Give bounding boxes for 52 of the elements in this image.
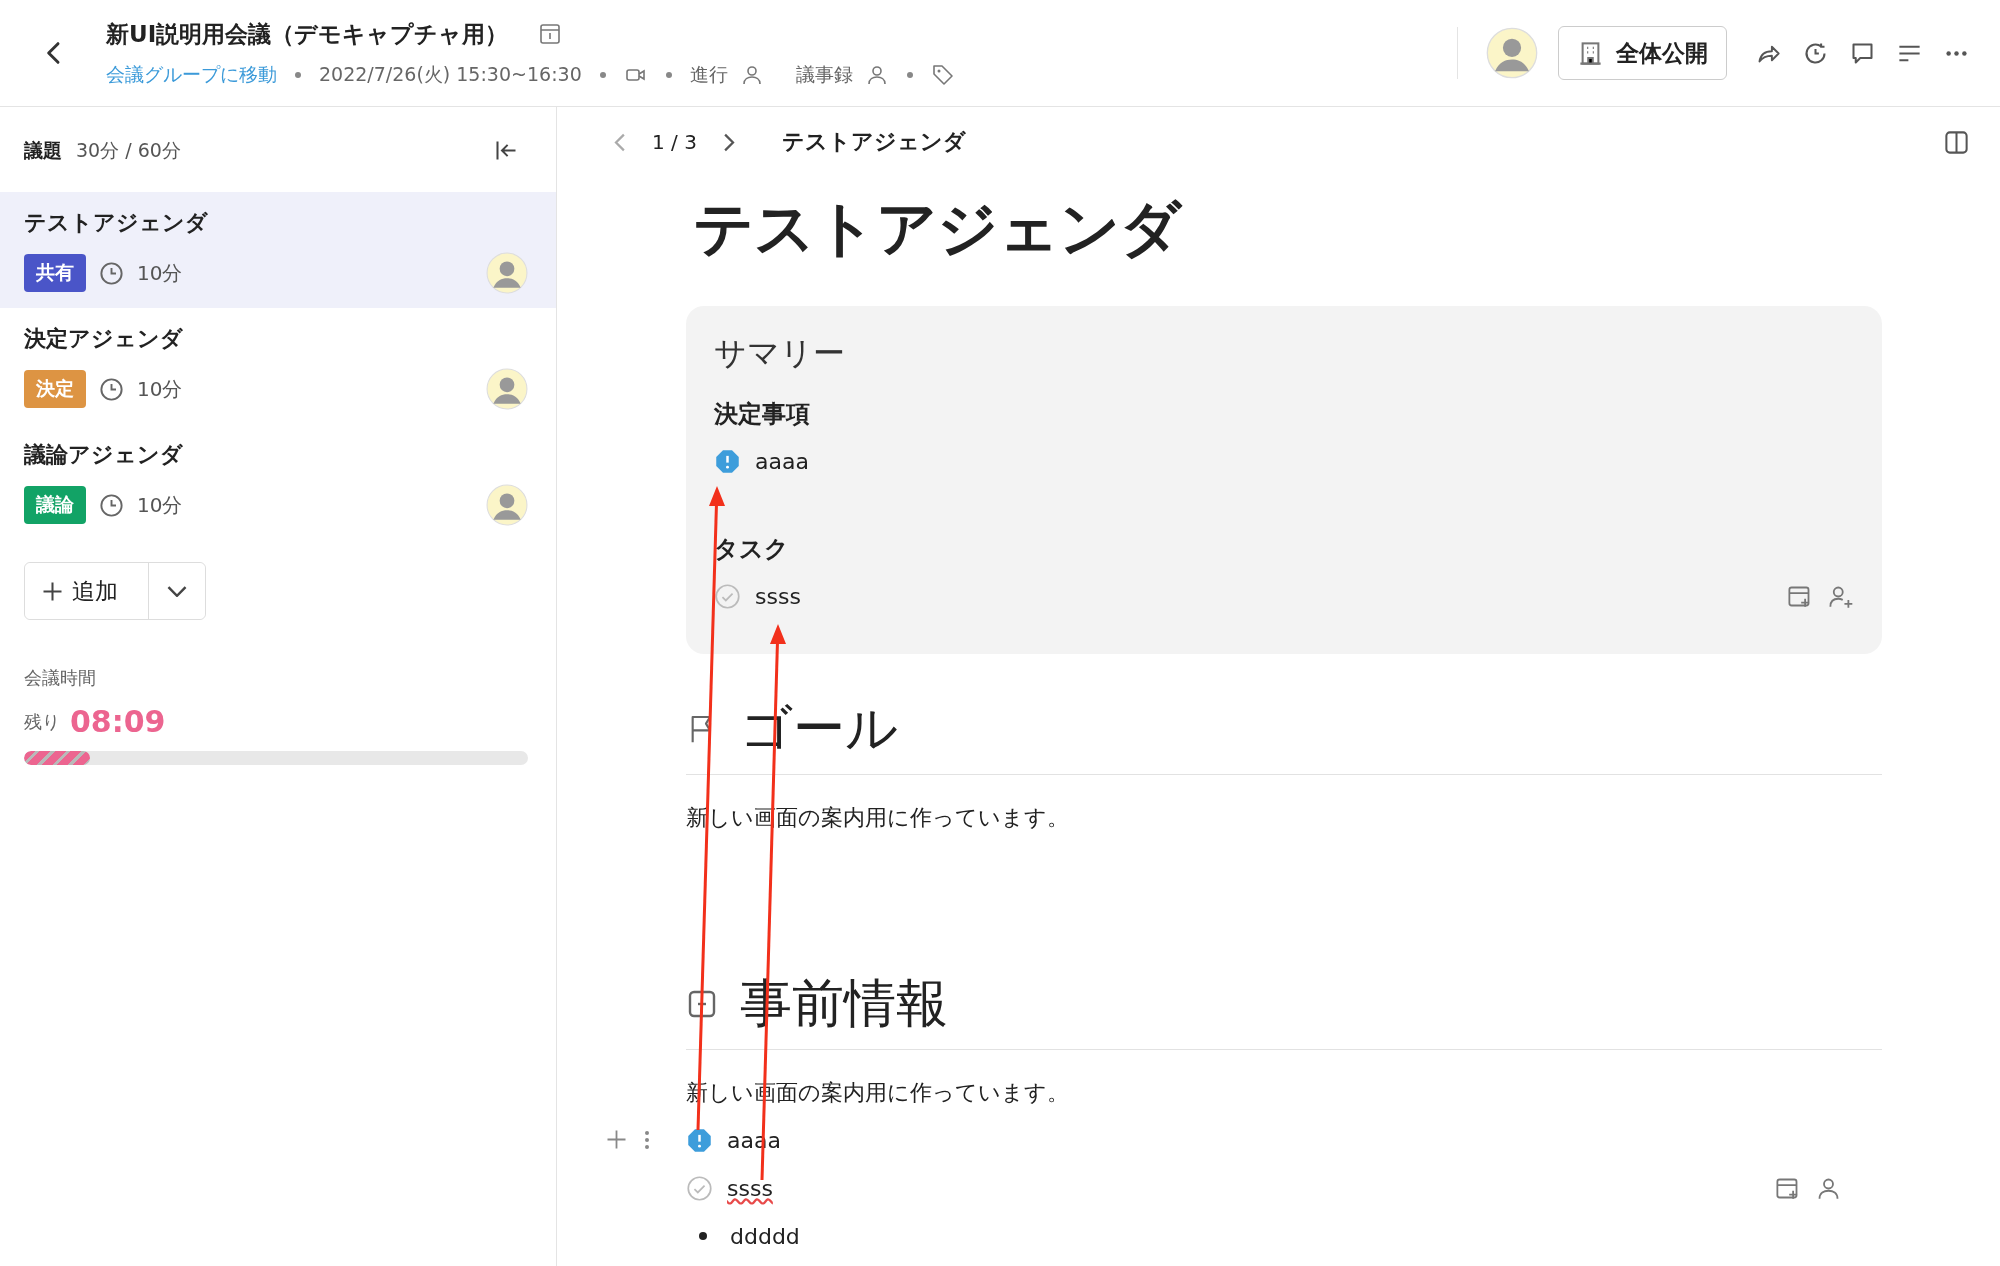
remaining-label: 残り [24,709,60,734]
agenda-time-summary: 30分 / 60分 [76,137,181,163]
split-view-icon[interactable] [1943,128,1970,156]
facilitator-label: 進行 [689,61,728,87]
agenda-item[interactable]: 議論アジェンダ 議論 10分 [0,424,556,540]
agenda-title: 決定アジェンダ [24,325,184,353]
agenda-duration: 10分 [137,491,183,519]
remaining-time: 08:09 [70,704,166,739]
add-button[interactable]: 追加 [25,563,149,619]
meeting-title: 新UI説明用会議（デモキャプチャ用） [106,19,509,49]
agenda-tag: 議論 [24,486,86,524]
block-text: ddddd [730,1223,800,1249]
check-circle-icon[interactable] [686,1174,713,1202]
building-icon [1577,39,1604,67]
agenda-item[interactable]: テストアジェンダ 共有 10分 [0,192,556,308]
meeting-datetime: 2022/7/26(火) 15:30~16:30 [319,61,582,87]
agenda-title: 議論アジェンダ [24,441,184,469]
avatar-icon[interactable] [1486,27,1538,79]
info-icon[interactable] [538,22,563,46]
agenda-heading: 議題 [24,137,62,163]
bullet-icon [698,1231,708,1241]
task-text: ssss [755,584,801,609]
agenda-item[interactable]: 決定アジェンダ 決定 10分 [0,308,556,424]
clock-icon [98,259,125,287]
agenda-title-heading: テストアジェンダ [693,192,1184,265]
agenda-duration: 10分 [137,259,183,287]
agenda-tag: 共有 [24,254,86,292]
agenda-title: テストアジェンダ [24,209,209,237]
visibility-button[interactable]: 全体公開 [1558,26,1727,80]
clock-icon [98,491,125,519]
avatar-icon[interactable] [486,252,528,294]
page-indicator: 1 / 3 [652,130,697,154]
chevron-down-icon [167,585,187,597]
exclamation-icon [714,448,741,475]
square-icon [686,988,718,1020]
check-circle-icon[interactable] [714,583,741,610]
drag-handle-icon[interactable] [643,1128,651,1152]
decision-text: aaaa [755,449,809,474]
minutes-label: 議事録 [795,61,853,87]
tasks-heading: タスク [714,534,790,565]
avatar-icon[interactable] [486,368,528,410]
block-text: ssss [727,1175,773,1201]
meeting-time-label: 会議時間 [24,666,97,690]
tag-icon[interactable] [930,62,955,87]
exclamation-icon [686,1126,713,1154]
clock-icon [98,375,125,403]
avatar-icon[interactable] [486,484,528,526]
agenda-duration: 10分 [137,375,183,403]
decisions-heading: 決定事項 [714,399,811,430]
summary-title: サマリー [714,333,846,374]
agenda-tag: 決定 [24,370,86,408]
breadcrumb-title: テストアジェンダ [781,128,966,156]
